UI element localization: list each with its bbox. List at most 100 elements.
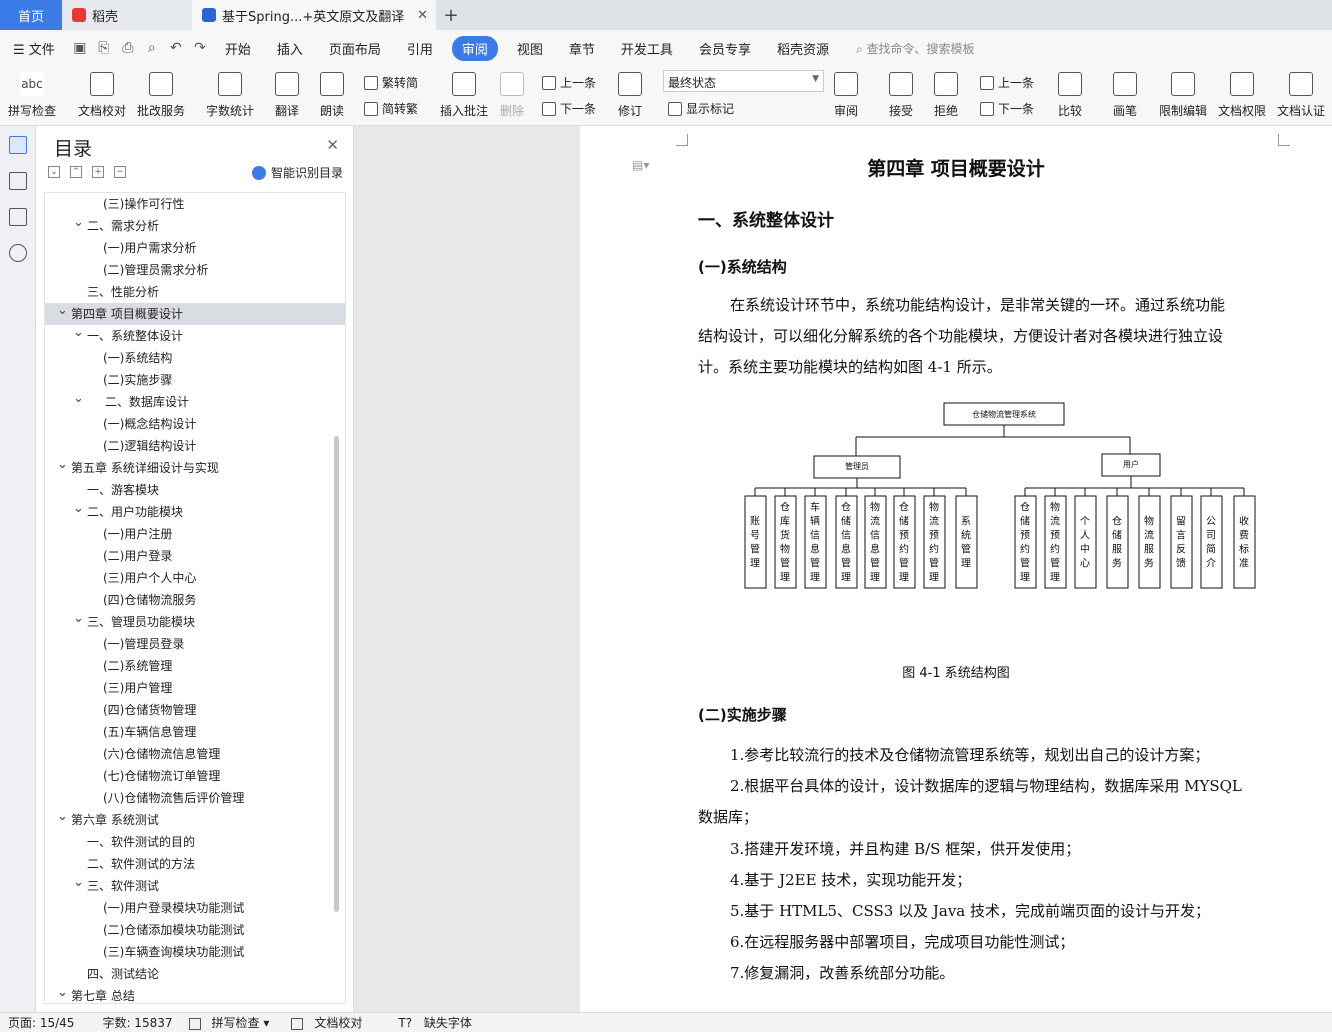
undo-icon[interactable]: ↶ xyxy=(168,40,184,56)
new-tab-button[interactable]: + xyxy=(436,0,466,30)
reject-button[interactable]: 拒绝 xyxy=(934,72,958,119)
limit-edit-button[interactable]: 限制编辑 xyxy=(1159,72,1207,119)
print-preview-icon[interactable]: ⌕ xyxy=(144,40,160,56)
chevron-down-icon[interactable]: ⌄ xyxy=(57,982,68,1003)
toc-item[interactable]: ⌄ 第六章 系统测试 xyxy=(45,809,345,831)
menu-view[interactable]: 视图 xyxy=(504,39,556,58)
chevron-down-icon[interactable]: ⌄ xyxy=(57,806,68,828)
spell-check-button[interactable]: abc 拼写检查 xyxy=(8,72,56,119)
status-spell-check[interactable]: 拼写检查 ▾ xyxy=(181,1014,269,1031)
file-menu[interactable]: ☰ 文件 xyxy=(0,39,68,58)
trad-to-simp-button[interactable]: 繁转简 xyxy=(364,74,418,91)
toc-item[interactable]: (四)仓储货物管理 xyxy=(45,699,345,721)
toc-item[interactable]: (六)仓储物流信息管理 xyxy=(45,743,345,765)
close-tab-icon[interactable]: ✕ xyxy=(417,8,428,23)
delete-comment-button[interactable]: 删除 xyxy=(500,72,524,119)
toc-item[interactable]: (二)仓储添加模块功能测试 xyxy=(45,919,345,941)
menu-review[interactable]: 审阅 xyxy=(451,35,498,61)
toc-item[interactable]: (二)逻辑结构设计 xyxy=(45,435,345,457)
read-aloud-button[interactable]: 朗读 xyxy=(320,72,344,119)
toc-item[interactable]: ⌄ 二、数据库设计 xyxy=(45,391,345,413)
tab-home[interactable]: 首页 xyxy=(0,0,62,30)
toc-item[interactable]: (三)用户个人中心 xyxy=(45,567,345,589)
chevron-down-icon[interactable]: ⌄ xyxy=(73,872,84,894)
insert-comment-button[interactable]: 插入批注 xyxy=(440,72,488,119)
toc-item[interactable]: (二)系统管理 xyxy=(45,655,345,677)
tab-docer[interactable]: 稻壳 xyxy=(62,0,192,30)
pen-button[interactable]: 画笔 xyxy=(1113,72,1137,119)
batch-service-button[interactable]: 批改服务 xyxy=(137,72,185,119)
doc-proof-button[interactable]: 文档校对 xyxy=(78,72,126,119)
menu-insert[interactable]: 插入 xyxy=(264,39,316,58)
toc-item[interactable]: 一、游客模块 xyxy=(45,479,345,501)
redo-icon[interactable]: ↷ xyxy=(192,40,208,56)
toc-item[interactable]: (三)车辆查询模块功能测试 xyxy=(45,941,345,963)
close-icon[interactable]: ✕ xyxy=(326,136,339,154)
prev-comment-button[interactable]: 上一条 xyxy=(542,74,596,91)
chevron-down-icon[interactable]: ⌄ xyxy=(73,608,84,630)
revise-button[interactable]: 修订 xyxy=(618,72,642,119)
menu-reference[interactable]: 引用 xyxy=(394,39,446,58)
toc-item[interactable]: (三)用户管理 xyxy=(45,677,345,699)
menu-devtools[interactable]: 开发工具 xyxy=(608,39,686,58)
toc-item[interactable]: ⌄ 三、管理员功能模块 xyxy=(45,611,345,633)
tab-document[interactable]: 基于Spring...+英文原文及翻译 ✕ xyxy=(192,0,436,30)
page-indicator[interactable]: 页面: 15/45 xyxy=(8,1014,74,1031)
toc-scrollbar[interactable] xyxy=(334,436,339,912)
chevron-down-icon[interactable]: ⌄ xyxy=(73,322,84,344)
show-marks-button[interactable]: 显示标记 xyxy=(668,100,734,117)
menu-member[interactable]: 会员专享 xyxy=(686,39,764,58)
simp-to-trad-button[interactable]: 简转繁 xyxy=(364,100,418,117)
toc-item[interactable]: (三)操作可行性 xyxy=(45,193,345,215)
add-level-icon[interactable]: + xyxy=(92,166,104,178)
menu-layout[interactable]: 页面布局 xyxy=(316,39,394,58)
toc-item[interactable]: 一、软件测试的目的 xyxy=(45,831,345,853)
toc-item[interactable]: ⌄ 第四章 项目概要设计 xyxy=(45,303,345,325)
navigation-icon[interactable] xyxy=(8,172,27,190)
toc-item[interactable]: ⌄ 二、需求分析 xyxy=(45,215,345,237)
chevron-down-icon[interactable]: ⌄ xyxy=(73,388,84,410)
toc-item[interactable]: (一)用户登录模块功能测试 xyxy=(45,897,345,919)
word-count-indicator[interactable]: 字数: 15837 xyxy=(102,1014,172,1031)
toc-item[interactable]: (一)管理员登录 xyxy=(45,633,345,655)
toc-item[interactable]: (七)仓储物流订单管理 xyxy=(45,765,345,787)
toc-item[interactable]: (一)系统结构 xyxy=(45,347,345,369)
toc-item[interactable]: ⌄ 一、系统整体设计 xyxy=(45,325,345,347)
menu-section[interactable]: 章节 xyxy=(556,39,608,58)
export-pdf-icon[interactable]: ⎘ xyxy=(96,40,112,56)
next-comment-button[interactable]: 下一条 xyxy=(542,100,596,117)
save-icon[interactable]: ▣ xyxy=(72,40,88,56)
accept-button[interactable]: 接受 xyxy=(889,72,913,119)
toc-item[interactable]: (五)车辆信息管理 xyxy=(45,721,345,743)
toc-panel-icon[interactable] xyxy=(8,136,27,154)
toc-item[interactable]: (一)概念结构设计 xyxy=(45,413,345,435)
next-revision-button[interactable]: 下一条 xyxy=(980,100,1034,117)
compare-button[interactable]: 比较 xyxy=(1058,72,1082,119)
chevron-down-icon[interactable]: ⌄ xyxy=(57,300,68,322)
prev-revision-button[interactable]: 上一条 xyxy=(980,74,1034,91)
doc-permission-button[interactable]: 文档权限 xyxy=(1218,72,1266,119)
toc-item[interactable]: (二)实施步骤 xyxy=(45,369,345,391)
smart-toc-button[interactable]: 智能识别目录 xyxy=(251,164,343,181)
toc-item[interactable]: (一)用户需求分析 xyxy=(45,237,345,259)
word-count-button[interactable]: 字数统计 xyxy=(206,72,254,119)
toc-item[interactable]: (二)管理员需求分析 xyxy=(45,259,345,281)
print-icon[interactable]: ⎙ xyxy=(120,40,136,56)
toc-item[interactable]: 三、性能分析 xyxy=(45,281,345,303)
translate-button[interactable]: 翻译 xyxy=(275,72,299,119)
toc-item[interactable]: 二、软件测试的方法 xyxy=(45,853,345,875)
doc-cert-button[interactable]: 文档认证 xyxy=(1277,72,1325,119)
review-pane-button[interactable]: 审阅 xyxy=(834,72,858,119)
remove-level-icon[interactable]: − xyxy=(114,166,126,178)
menu-start[interactable]: 开始 xyxy=(212,39,264,58)
toc-item[interactable]: ⌄ 第五章 系统详细设计与实现 xyxy=(45,457,345,479)
toc-item[interactable]: (八)仓储物流售后评价管理 xyxy=(45,787,345,809)
toc-item[interactable]: ⌄ 第七章 总结 xyxy=(45,982,345,1003)
chevron-down-icon[interactable]: ⌄ xyxy=(73,498,84,520)
command-search[interactable]: ⌕ 查找命令、搜索模板 xyxy=(856,40,975,57)
toc-item[interactable]: (一)用户注册 xyxy=(45,523,345,545)
toc-item[interactable]: 四、测试结论 xyxy=(45,963,345,985)
expand-all-icon[interactable]: ⌄ xyxy=(48,166,60,178)
toc-item[interactable]: (四)仓储物流服务 xyxy=(45,589,345,611)
toc-item[interactable]: (二)用户登录 xyxy=(45,545,345,567)
